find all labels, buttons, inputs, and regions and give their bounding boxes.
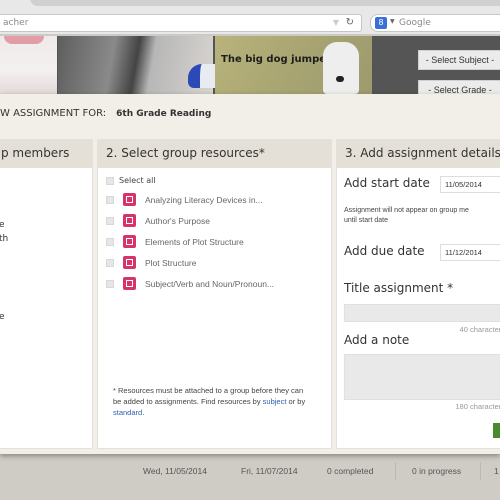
assignment-details-panel: 3. Add assignment details Add start date…	[336, 139, 500, 449]
title-char-count: 40 characters	[459, 325, 500, 334]
tab-strip	[30, 0, 500, 6]
resource-name: Subject/Verb and Noun/Pronoun...	[145, 278, 275, 289]
title-assignment-input[interactable]	[344, 304, 500, 322]
member-name[interactable]: th	[0, 234, 8, 244]
start-date-text: Wed, 11/05/2014	[143, 466, 207, 476]
partial-count: 1	[494, 466, 499, 476]
group-resources-panel: 2. Select group resources* Select all An…	[97, 139, 332, 449]
banner-image-cars	[58, 36, 268, 94]
divider	[480, 462, 481, 480]
title-assignment-label: Title assignment *	[344, 281, 454, 295]
footnote-text-end: .	[142, 408, 145, 417]
resource-icon	[123, 256, 136, 269]
resource-checkbox[interactable]	[106, 216, 114, 225]
assignment-summary-row: Wed, 11/05/2014 Fri, 11/07/2014 0 comple…	[0, 458, 500, 486]
group-resources-header: 2. Select group resources*	[98, 140, 331, 168]
start-date-input[interactable]: 11/05/2014	[440, 176, 500, 193]
resource-icon	[123, 214, 136, 227]
modal-title-group: 6th Grade Reading	[116, 109, 212, 119]
start-note-line: until start date	[344, 217, 388, 224]
resource-checkbox[interactable]	[106, 279, 114, 288]
site-banner: The big dog jumped. - Select Subject - -…	[0, 36, 500, 94]
banner-image-dog: The big dog jumped.	[215, 36, 372, 94]
address-bar[interactable]: acher ▼ ↻	[0, 14, 362, 32]
select-all-checkbox[interactable]	[106, 176, 114, 185]
resource-name: Plot Structure	[145, 257, 197, 268]
start-note-line: Assignment will not appear on group me	[344, 207, 469, 214]
select-all-label: Select all	[119, 176, 156, 185]
search-bar[interactable]: 8 ▼ Google	[370, 14, 500, 32]
member-name[interactable]: e	[0, 220, 5, 230]
resource-icon	[123, 277, 136, 290]
resource-icon	[123, 235, 136, 248]
url-text: acher	[3, 18, 29, 28]
bookmark-dropdown-icon[interactable]: ▼	[333, 18, 339, 27]
new-assignment-modal: W ASSIGNMENT FOR: 6th Grade Reading p mem…	[0, 94, 500, 454]
subject-link[interactable]: subject	[263, 397, 287, 406]
resource-list: Select all Analyzing Literacy Devices in…	[98, 168, 331, 294]
assignment-details-header: 3. Add assignment details	[337, 140, 500, 168]
in-progress-count: 0 in progress	[412, 466, 462, 476]
resource-checkbox[interactable]	[106, 195, 114, 204]
due-date-input[interactable]: 11/12/2014	[440, 244, 500, 261]
select-all-row[interactable]: Select all	[106, 176, 323, 185]
resource-item[interactable]: Plot Structure	[106, 252, 323, 273]
footnote-text-mid: or by	[286, 397, 306, 406]
resource-name: Author's Purpose	[145, 215, 210, 226]
select-grade-dropdown[interactable]: - Select Grade -	[418, 80, 500, 94]
save-assignment-button[interactable]	[493, 423, 500, 438]
start-date-note: Assignment will not appear on group me u…	[344, 206, 500, 226]
select-subject-dropdown[interactable]: - Select Subject -	[418, 50, 500, 70]
search-placeholder: Google	[399, 18, 431, 28]
member-name[interactable]: e	[0, 312, 5, 322]
browser-toolbar: acher ▼ ↻ 8 ▼ Google	[0, 0, 500, 35]
note-char-count: 180 characters	[455, 402, 500, 411]
search-engine-dropdown-icon[interactable]: ▼	[390, 18, 395, 25]
resource-item[interactable]: Analyzing Literacy Devices in...	[106, 189, 323, 210]
due-date-text: Fri, 11/07/2014	[241, 466, 298, 476]
google-g-icon[interactable]: 8	[375, 17, 387, 29]
banner-caption: The big dog jumped.	[221, 54, 337, 65]
modal-title-label: W ASSIGNMENT FOR:	[0, 108, 107, 119]
resource-footnote: * Resources must be attached to a group …	[113, 385, 308, 418]
add-note-textarea[interactable]	[344, 354, 500, 400]
banner-image-diagram	[0, 36, 57, 94]
group-members-panel: p members e th e	[0, 139, 93, 449]
completed-count: 0 completed	[327, 466, 374, 476]
reload-icon[interactable]: ↻	[346, 17, 354, 28]
divider	[395, 462, 396, 480]
resource-name: Elements of Plot Structure	[145, 236, 244, 247]
standard-link[interactable]: standard	[113, 408, 142, 417]
resource-checkbox[interactable]	[106, 258, 114, 267]
resource-icon	[123, 193, 136, 206]
resource-item[interactable]: Elements of Plot Structure	[106, 231, 323, 252]
add-note-label: Add a note	[344, 333, 410, 347]
resource-item[interactable]: Author's Purpose	[106, 210, 323, 231]
modal-title: W ASSIGNMENT FOR: 6th Grade Reading	[0, 108, 211, 119]
resource-checkbox[interactable]	[106, 237, 114, 246]
dog-image	[323, 42, 359, 94]
group-members-header: p members	[0, 140, 92, 168]
resource-item[interactable]: Subject/Verb and Noun/Pronoun...	[106, 273, 323, 294]
resource-name: Analyzing Literacy Devices in...	[145, 194, 263, 205]
start-date-label: Add start date	[344, 176, 430, 190]
due-date-label: Add due date	[344, 244, 425, 258]
